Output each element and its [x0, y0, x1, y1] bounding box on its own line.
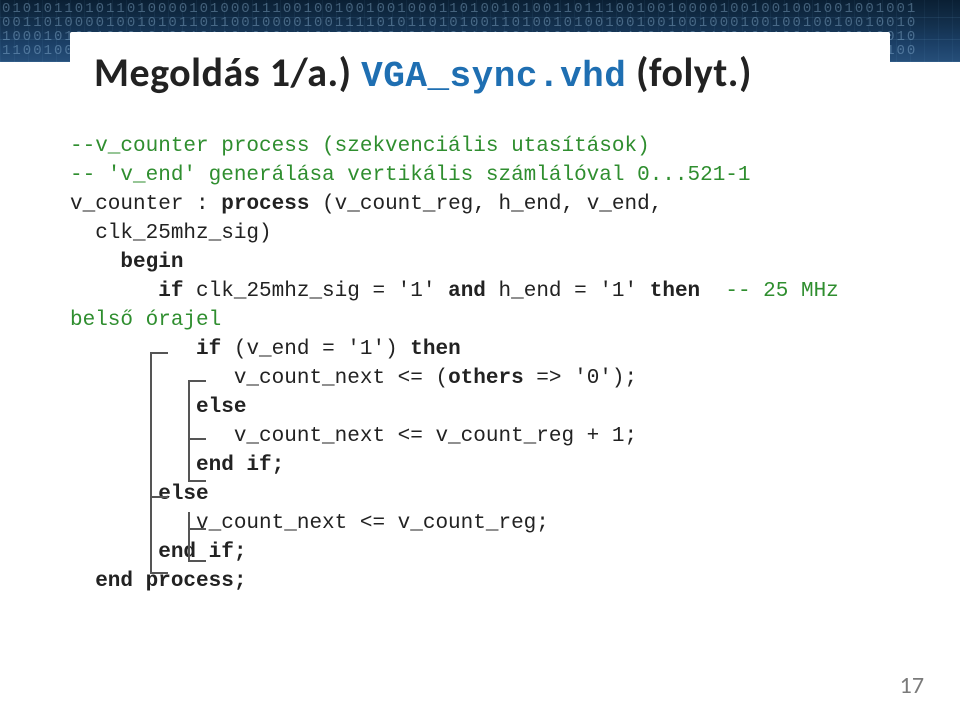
code-text: clk_25mhz_sig = '1' [183, 280, 448, 303]
bracket-line [188, 438, 206, 440]
code-keyword: begin [70, 251, 183, 274]
code-keyword: else [70, 483, 209, 506]
title-prefix: Megoldás 1/a.) [94, 48, 352, 97]
bracket-line [188, 380, 190, 480]
code-comment: -- 25 MHz [700, 280, 839, 303]
code-text: v_count_next <= ( [70, 367, 448, 390]
digit-row: 0011010000100101011011001000010011110101… [2, 16, 960, 30]
code-keyword: if [196, 338, 221, 361]
code-keyword: else [70, 396, 246, 419]
code-text [70, 280, 158, 303]
code-text: v_count_next <= v_count_reg + 1; [70, 425, 637, 448]
bracket-line [150, 352, 168, 354]
code-text: clk_25mhz_sig) [70, 222, 272, 245]
code-comment: -- 'v_end' generálása vertikális számlál… [70, 164, 751, 187]
code-keyword: then [650, 280, 700, 303]
code-comment: --v_counter process (szekvenciális utasí… [70, 135, 650, 158]
bracket-line [188, 528, 206, 530]
bracket-line [150, 496, 168, 498]
code-text: (v_end = '1') [221, 338, 410, 361]
code-keyword: and [448, 280, 486, 303]
code-keyword: if [158, 280, 183, 303]
bracket-line [188, 480, 206, 482]
code-text: => '0'); [524, 367, 637, 390]
bracket-line [188, 512, 190, 560]
bracket-line [188, 380, 206, 382]
code-text: v_counter : [70, 193, 221, 216]
bracket-line [150, 572, 168, 574]
bracket-line [150, 352, 152, 572]
code-keyword: end if; [70, 454, 284, 477]
code-comment: belső órajel [70, 309, 221, 332]
code-text: h_end = '1' [486, 280, 650, 303]
code-keyword: process [221, 193, 309, 216]
code-text: (v_count_reg, h_end, v_end, [309, 193, 662, 216]
code-keyword: then [410, 338, 460, 361]
code-keyword: others [448, 367, 524, 390]
title-continuation: (folyt.) [636, 48, 752, 97]
code-block: --v_counter process (szekvenciális utasí… [70, 132, 890, 596]
title-box: Megoldás 1/a.) VGA_sync.vhd (folyt.) [70, 32, 890, 107]
slide-title: Megoldás 1/a.) VGA_sync.vhd (folyt.) [94, 48, 866, 97]
bracket-line [188, 560, 206, 562]
code-text: v_count_next <= v_count_reg; [70, 512, 549, 535]
page-number: 17 [900, 671, 924, 700]
digit-row: 0101011010110100001010001110010010010010… [2, 2, 960, 16]
title-filename: VGA_sync.vhd [361, 56, 626, 97]
code-text [70, 338, 196, 361]
code-keyword: end if; [70, 541, 246, 564]
